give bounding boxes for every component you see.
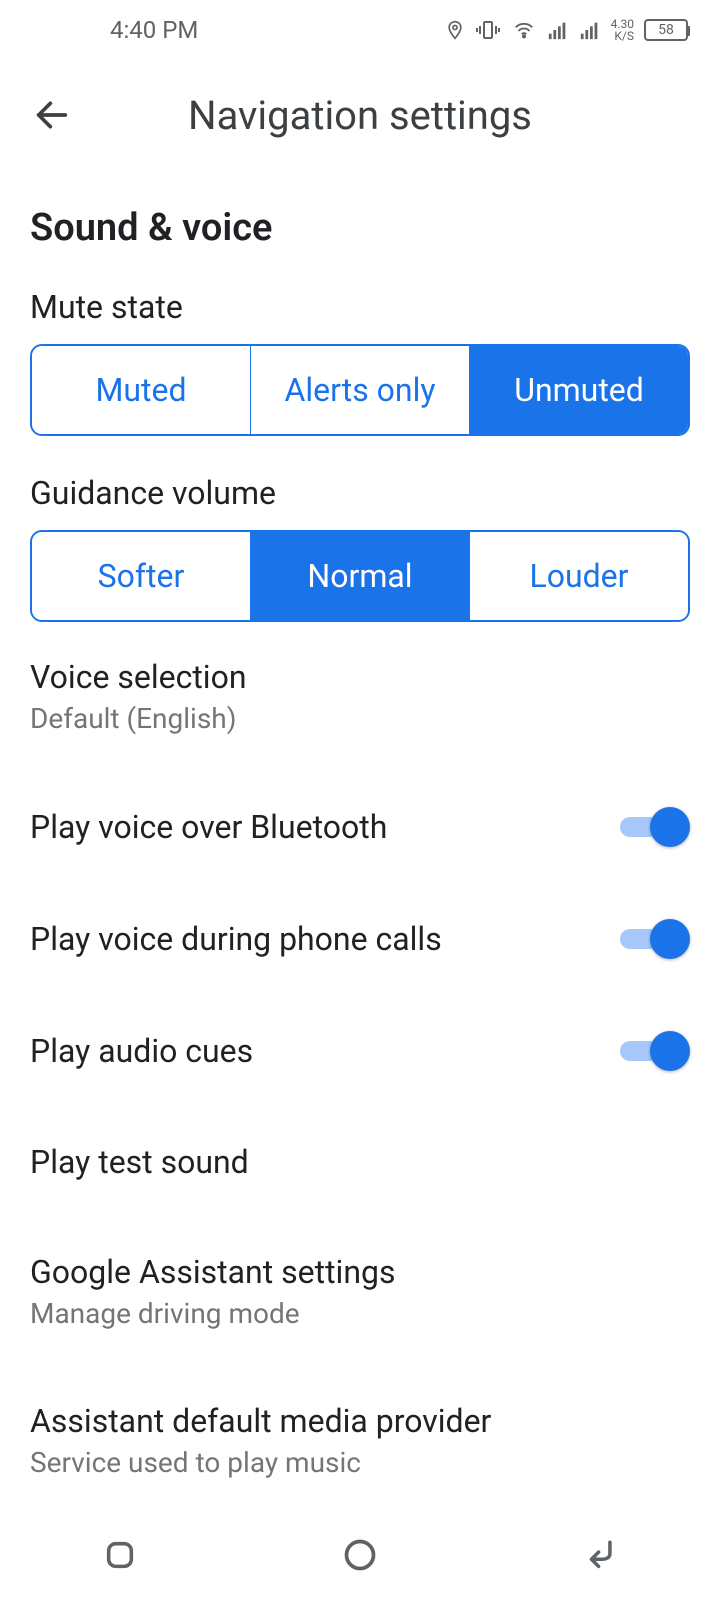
assistant-settings-row[interactable]: Google Assistant settings Manage driving… [30,1217,690,1366]
audio-cues-row[interactable]: Play audio cues [30,995,690,1107]
status-right: 4.30 K/S 58 [445,18,688,42]
mute-state-unmuted[interactable]: Unmuted [470,346,688,434]
data-rate: 4.30 K/S [611,18,634,42]
media-provider-title: Assistant default media provider [30,1402,491,1440]
mute-state-label: Mute state [30,288,690,326]
phone-calls-switch[interactable] [620,919,690,959]
signal-icon-1 [547,19,569,41]
voice-selection-title: Voice selection [30,658,247,696]
vibrate-icon [475,18,501,42]
phone-calls-title: Play voice during phone calls [30,920,442,958]
back-nav-button[interactable] [575,1530,625,1580]
guidance-volume-segment: Softer Normal Louder [30,530,690,622]
guidance-volume-louder[interactable]: Louder [470,532,688,620]
bluetooth-row[interactable]: Play voice over Bluetooth [30,771,690,883]
media-provider-subtitle: Service used to play music [30,1446,491,1479]
mute-state-alerts-only[interactable]: Alerts only [251,346,470,434]
back-button[interactable] [24,87,80,143]
wifi-icon [511,19,537,41]
media-provider-row[interactable]: Assistant default media provider Service… [30,1366,690,1515]
location-icon [445,18,465,42]
section-sound-voice: Sound & voice [30,206,690,250]
phone-calls-row[interactable]: Play voice during phone calls [30,883,690,995]
test-sound-title: Play test sound [30,1143,249,1181]
guidance-volume-softer[interactable]: Softer [32,532,251,620]
system-nav-bar [0,1510,720,1600]
mute-state-segment: Muted Alerts only Unmuted [30,344,690,436]
app-header: Navigation settings [0,60,720,170]
recent-apps-button[interactable] [95,1530,145,1580]
page-title: Navigation settings [80,92,640,139]
battery-icon: 58 [644,19,688,41]
bluetooth-title: Play voice over Bluetooth [30,808,387,846]
voice-selection-subtitle: Default (English) [30,702,247,735]
mute-state-muted[interactable]: Muted [32,346,251,434]
guidance-volume-normal[interactable]: Normal [251,532,470,620]
status-time: 4:40 PM [110,16,198,44]
signal-icon-2 [579,19,601,41]
voice-selection-row[interactable]: Voice selection Default (English) [30,622,690,771]
audio-cues-title: Play audio cues [30,1032,253,1070]
home-button[interactable] [335,1530,385,1580]
status-bar: 4:40 PM 4.30 K/S 58 [0,0,720,60]
guidance-volume-label: Guidance volume [30,474,690,512]
assistant-settings-title: Google Assistant settings [30,1253,395,1291]
bluetooth-switch[interactable] [620,807,690,847]
test-sound-row[interactable]: Play test sound [30,1107,690,1217]
audio-cues-switch[interactable] [620,1031,690,1071]
assistant-settings-subtitle: Manage driving mode [30,1297,395,1330]
